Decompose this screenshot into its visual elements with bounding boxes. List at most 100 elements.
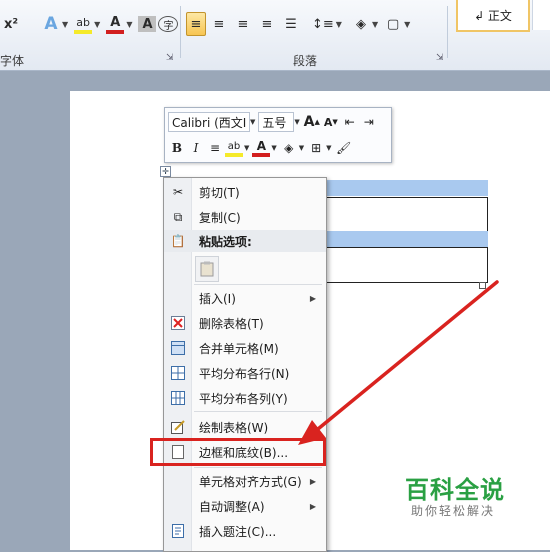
menu-item-label: 单元格对齐方式(G) bbox=[199, 474, 302, 489]
menu-item-insert[interactable]: 插入(I) ▶ bbox=[164, 287, 326, 309]
draw-table-icon bbox=[170, 419, 186, 435]
highlight-button[interactable]: ab bbox=[74, 14, 93, 34]
highlight-label: ab bbox=[227, 140, 241, 152]
font-group-buttons: x² A ▼ ab ▼ A ▼ A 字 bbox=[2, 10, 180, 38]
highlight-button[interactable]: ab bbox=[225, 139, 243, 157]
chevron-down-icon[interactable]: ▼ bbox=[271, 144, 276, 152]
paste-keep-text-icon[interactable] bbox=[195, 256, 219, 282]
increase-indent-button[interactable]: ⇥ bbox=[360, 112, 378, 132]
menu-item-autofit[interactable]: 自动调整(A) ▶ bbox=[164, 495, 326, 517]
menu-item-label: 自动调整(A) bbox=[199, 499, 265, 514]
menu-separator bbox=[194, 284, 322, 285]
chevron-down-icon[interactable]: ▼ bbox=[94, 20, 100, 29]
shrink-font-label: A bbox=[323, 115, 333, 129]
format-painter-button[interactable]: 🖌 bbox=[335, 138, 353, 158]
italic-button[interactable]: I bbox=[187, 138, 205, 158]
align-right-button[interactable]: ≡ bbox=[234, 13, 252, 35]
watermark-title: 百科全说 bbox=[405, 476, 505, 504]
menu-item-distribute-rows[interactable]: 平均分布各行(N) bbox=[164, 362, 326, 384]
font-color-label: A bbox=[110, 14, 121, 30]
scissors-icon: ✂ bbox=[172, 185, 184, 199]
font-color-button[interactable]: A bbox=[106, 14, 125, 34]
decrease-indent-button[interactable]: ⇤ bbox=[341, 112, 359, 132]
center-button[interactable]: ≡ bbox=[206, 138, 224, 158]
menu-item-label: 平均分布各列(Y) bbox=[199, 391, 288, 406]
borders-button[interactable]: ▢ bbox=[384, 13, 402, 35]
enclose-char-label: 字 bbox=[163, 20, 174, 32]
chevron-down-icon[interactable]: ▼ bbox=[336, 20, 342, 29]
table-row[interactable] bbox=[325, 197, 488, 231]
chevron-down-icon[interactable]: ▼ bbox=[326, 144, 331, 152]
align-left-button[interactable]: ≡ bbox=[186, 12, 206, 36]
menu-item-label: 绘制表格(W) bbox=[199, 420, 269, 435]
paragraph-dialog-launcher-icon[interactable]: ⇲ bbox=[436, 53, 444, 63]
distributed-button[interactable]: ☰ bbox=[282, 13, 300, 35]
grow-font-label: A bbox=[303, 114, 315, 130]
style-normal[interactable]: ↲ 正文 bbox=[456, 0, 530, 32]
menu-item-label: 合并单元格(M) bbox=[199, 341, 279, 356]
highlight-label: ab bbox=[76, 15, 91, 29]
paragraph-group-label: 段落 bbox=[293, 54, 318, 68]
shrink-font-button[interactable]: A ▼ bbox=[322, 112, 340, 132]
line-spacing-button[interactable]: ↕≡ bbox=[312, 13, 334, 35]
shading-button[interactable]: ◈ bbox=[352, 13, 370, 35]
borders-button[interactable]: ⊞ bbox=[307, 138, 325, 158]
menu-item-cell-alignment[interactable]: 单元格对齐方式(G) ▶ bbox=[164, 470, 326, 492]
grow-font-button[interactable]: A ▲ bbox=[303, 112, 321, 132]
menu-item-label: 剪切(T) bbox=[199, 185, 240, 200]
paste-icon: 📋 bbox=[170, 234, 186, 248]
chevron-down-icon[interactable]: ▼ bbox=[126, 20, 132, 29]
menu-item-label: 复制(C) bbox=[199, 210, 241, 225]
justify-button[interactable]: ≡ bbox=[258, 13, 276, 35]
distribute-columns-icon bbox=[170, 390, 186, 406]
insert-caption-icon bbox=[170, 523, 186, 539]
group-divider bbox=[180, 6, 181, 58]
menu-item-copy[interactable]: ⧉ 复制(C) bbox=[164, 206, 326, 228]
menu-item-distribute-columns[interactable]: 平均分布各列(Y) bbox=[164, 387, 326, 409]
shading-button[interactable]: ◈ bbox=[280, 138, 298, 158]
chevron-down-icon[interactable]: ▼ bbox=[404, 20, 410, 29]
font-color-button[interactable]: A bbox=[252, 139, 271, 157]
table-row[interactable] bbox=[325, 247, 488, 283]
merge-cells-icon bbox=[170, 340, 186, 356]
superscript-button[interactable]: x² bbox=[2, 13, 20, 35]
font-size-field[interactable]: 五号 bbox=[258, 112, 295, 132]
chevron-down-icon[interactable]: ▼ bbox=[244, 144, 249, 152]
style-next[interactable] bbox=[532, 0, 550, 30]
menu-item-draw-table[interactable]: 绘制表格(W) bbox=[164, 416, 326, 438]
menu-item-insert-caption[interactable]: 插入题注(C)... bbox=[164, 520, 326, 542]
paragraph-group-buttons: ≡ ≡ ≡ ≡ ☰ ↕≡ ▼ ◈ ▼ ▢ ▼ bbox=[186, 10, 416, 38]
char-shading-button[interactable]: A bbox=[138, 16, 157, 32]
table-row-selected[interactable] bbox=[325, 180, 488, 196]
group-divider bbox=[447, 6, 448, 58]
menu-header-paste-options: 📋 粘贴选项: bbox=[164, 230, 326, 252]
distribute-rows-icon bbox=[170, 365, 186, 381]
menu-item-delete-table[interactable]: 删除表格(T) bbox=[164, 312, 326, 334]
align-center-button[interactable]: ≡ bbox=[210, 13, 228, 35]
table-resize-handle[interactable] bbox=[479, 282, 486, 289]
chevron-down-icon[interactable]: ▼ bbox=[250, 118, 255, 126]
chevron-right-icon: ▶ bbox=[309, 501, 316, 511]
table-move-handle-icon[interactable]: ✛ bbox=[160, 166, 171, 177]
mini-toolbar: Calibri (西文I ▼ 五号 ▼ A ▲ A ▼ ⇤ ⇥ B I ≡ ab ▼… bbox=[164, 107, 392, 163]
enclose-char-button[interactable]: 字 bbox=[158, 16, 179, 32]
menu-item-label: 删除表格(T) bbox=[199, 316, 264, 331]
chevron-down-icon[interactable]: ▼ bbox=[299, 144, 304, 152]
menu-item-label: 插入题注(C)... bbox=[199, 524, 277, 539]
menu-item-label: 平均分布各行(N) bbox=[199, 366, 290, 381]
bold-button[interactable]: B bbox=[168, 138, 186, 158]
mini-toolbar-row-2: B I ≡ ab ▼ A ▼ ◈ ▼ ⊞ ▼ 🖌 bbox=[168, 136, 354, 160]
menu-item-cut[interactable]: ✂ 剪切(T) bbox=[164, 181, 326, 203]
chevron-down-icon[interactable]: ▼ bbox=[294, 118, 299, 126]
table-row-selected[interactable] bbox=[325, 231, 488, 247]
menu-separator bbox=[194, 411, 322, 412]
chevron-down-icon[interactable]: ▼ bbox=[372, 20, 378, 29]
menu-item-merge-cells[interactable]: 合并单元格(M) bbox=[164, 337, 326, 359]
font-group-label: 字体 bbox=[0, 54, 25, 68]
menu-item-label: 插入(I) bbox=[199, 291, 236, 306]
text-effects-button[interactable]: A bbox=[42, 13, 60, 35]
font-dialog-launcher-icon[interactable]: ⇲ bbox=[166, 53, 174, 63]
font-name-field[interactable]: Calibri (西文I bbox=[168, 112, 250, 132]
chevron-down-icon[interactable]: ▼ bbox=[62, 20, 68, 29]
clipboard-icon bbox=[200, 261, 214, 277]
